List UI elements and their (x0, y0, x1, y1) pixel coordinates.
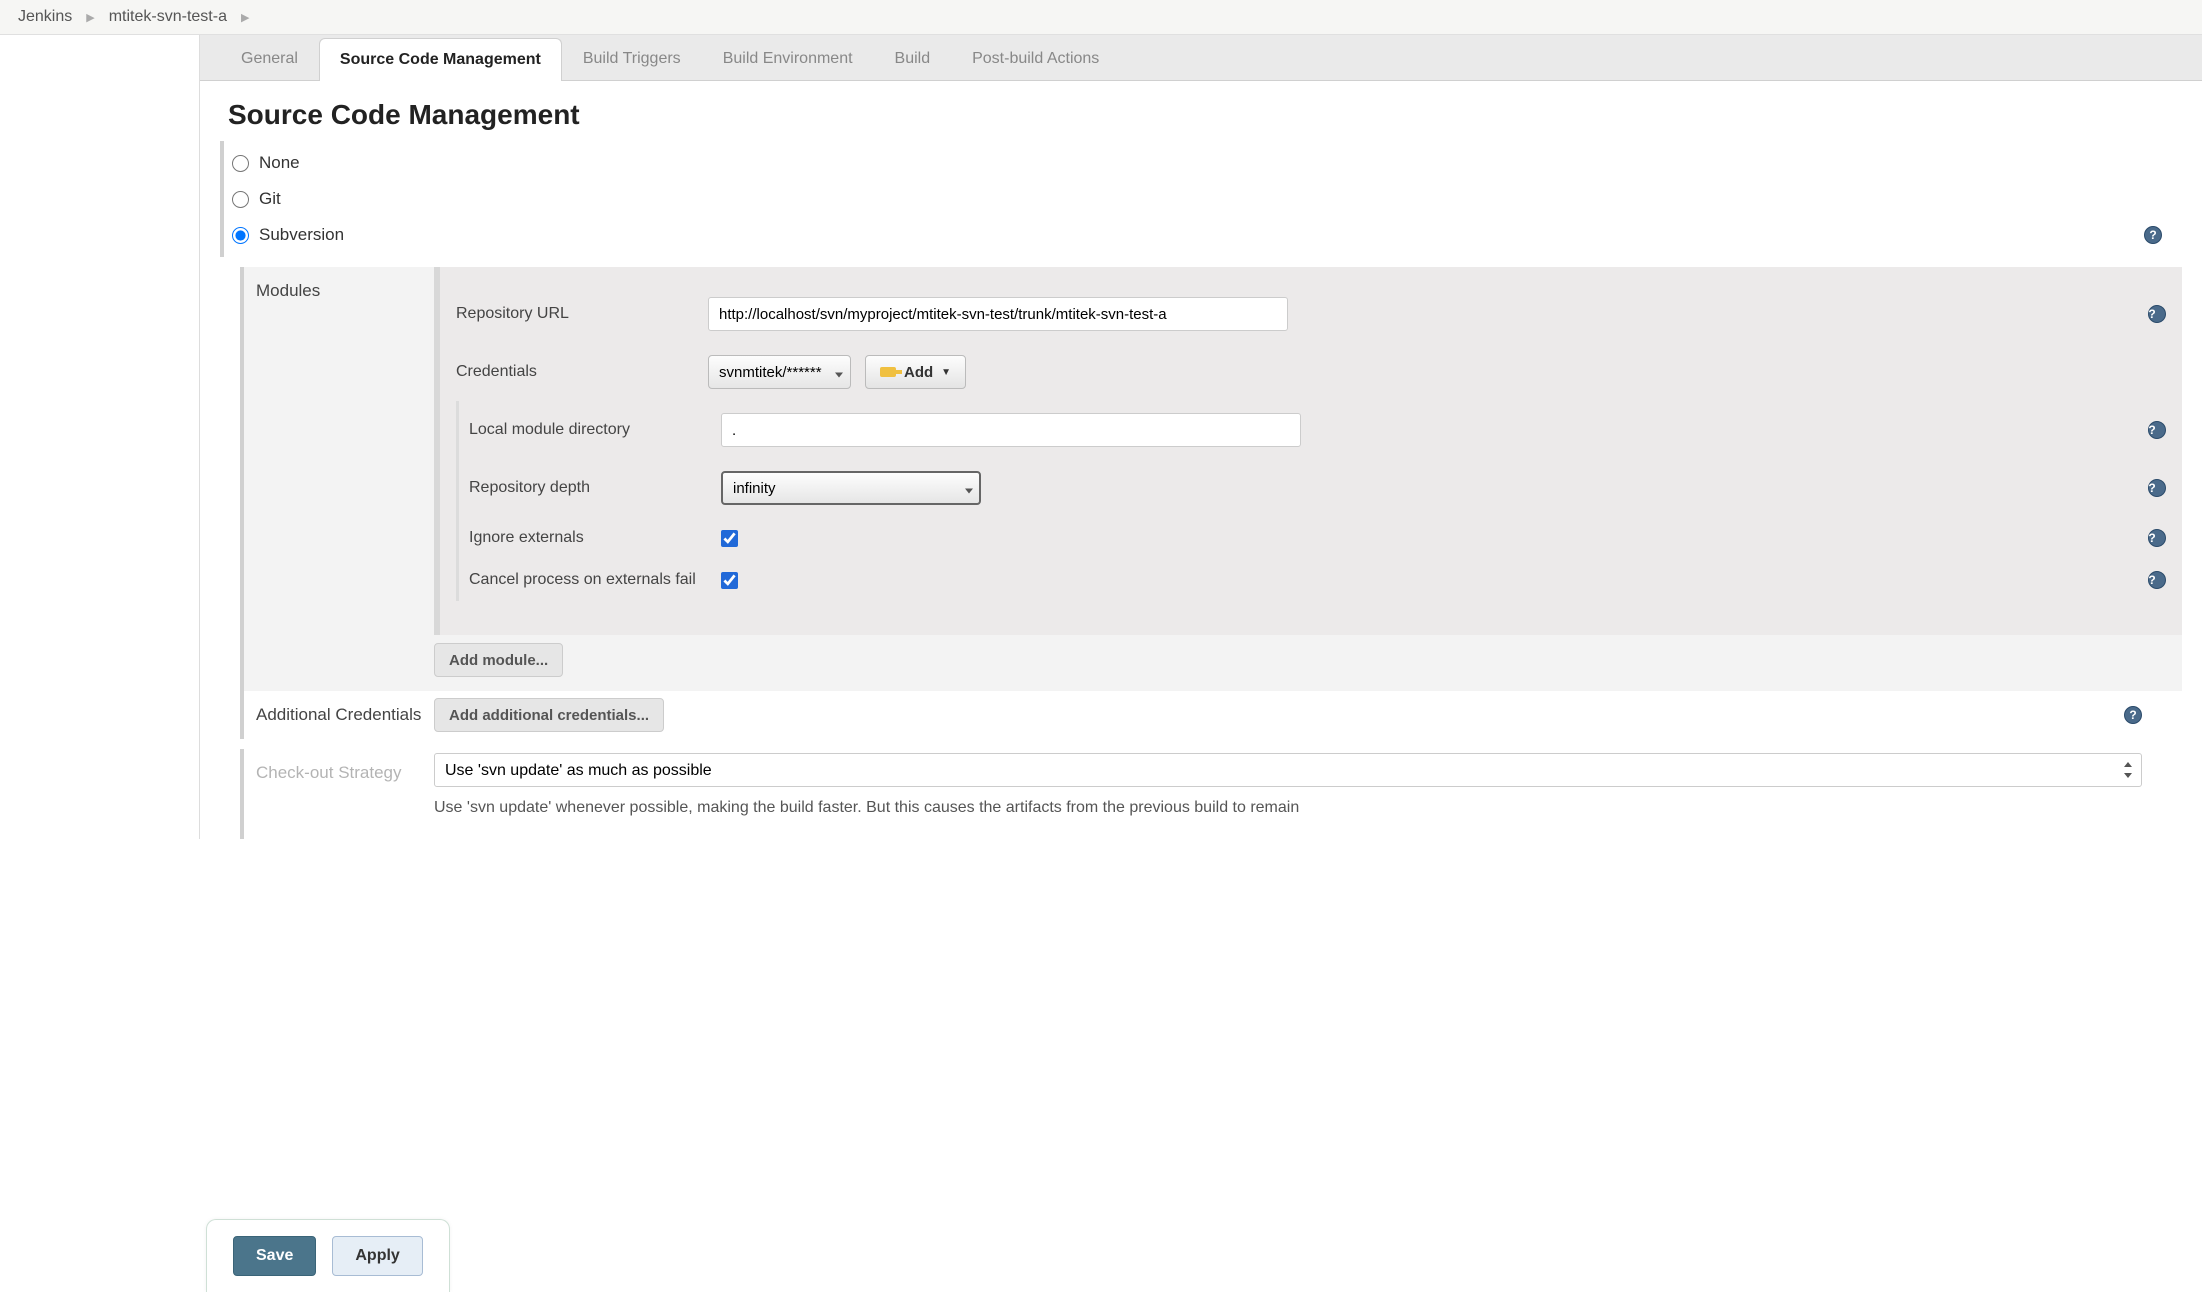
checkout-strategy-label: Check-out Strategy (244, 749, 434, 839)
scm-label-git: Git (259, 189, 281, 209)
tab-general[interactable]: General (220, 37, 319, 80)
sticky-action-bar: Save Apply (206, 1219, 450, 1292)
help-icon[interactable]: ? (2148, 305, 2166, 323)
additional-credentials-label: Additional Credentials (244, 691, 434, 739)
ignore-externals-checkbox[interactable] (721, 530, 738, 547)
scm-label-subversion: Subversion (259, 225, 344, 245)
modules-section-label: Modules (244, 267, 434, 691)
tab-post-build[interactable]: Post-build Actions (951, 37, 1120, 80)
repo-url-label: Repository URL (456, 305, 696, 323)
credentials-label: Credentials (456, 363, 696, 381)
add-credentials-button[interactable]: Add ▼ (865, 355, 966, 389)
save-button[interactable]: Save (233, 1236, 316, 1276)
page-title: Source Code Management (200, 81, 2202, 141)
sidebar-placeholder (0, 35, 200, 839)
module-panel: Repository URL ? Credentials svnmtitek/*… (434, 267, 2182, 635)
help-icon[interactable]: ? (2148, 421, 2166, 439)
chevron-right-icon: ▶ (241, 11, 249, 24)
ignore-externals-label: Ignore externals (469, 529, 709, 547)
checkout-strategy-select[interactable]: Use 'svn update' as much as possible (434, 753, 2142, 787)
chevron-right-icon: ▶ (86, 11, 94, 24)
breadcrumb: Jenkins ▶ mtitek-svn-test-a ▶ (0, 0, 2202, 35)
scm-label-none: None (259, 153, 300, 173)
checkout-strategy-description: Use 'svn update' whenever possible, maki… (434, 791, 2182, 839)
tab-scm[interactable]: Source Code Management (319, 38, 562, 81)
credentials-select[interactable]: svnmtitek/****** (708, 355, 851, 389)
breadcrumb-root[interactable]: Jenkins (18, 8, 72, 26)
cancel-externals-checkbox[interactable] (721, 572, 738, 589)
key-icon (880, 367, 896, 377)
config-tabs: General Source Code Management Build Tri… (200, 35, 2202, 81)
local-dir-label: Local module directory (469, 421, 709, 439)
help-icon[interactable]: ? (2148, 529, 2166, 547)
repo-depth-select[interactable]: infinity (721, 471, 981, 505)
scm-radio-subversion[interactable] (232, 227, 249, 244)
breadcrumb-job[interactable]: mtitek-svn-test-a (109, 8, 227, 26)
local-dir-input[interactable] (721, 413, 1301, 447)
scm-radio-none[interactable] (232, 155, 249, 172)
tab-build-environment[interactable]: Build Environment (702, 37, 874, 80)
repo-url-input[interactable] (708, 297, 1288, 331)
add-module-button[interactable]: Add module... (434, 643, 563, 677)
tab-build[interactable]: Build (874, 37, 952, 80)
help-icon[interactable]: ? (2144, 226, 2162, 244)
caret-down-icon: ▼ (941, 367, 951, 378)
help-icon[interactable]: ? (2148, 571, 2166, 589)
help-icon[interactable]: ? (2148, 479, 2166, 497)
add-additional-credentials-button[interactable]: Add additional credentials... (434, 698, 664, 732)
repo-depth-label: Repository depth (469, 479, 709, 497)
scm-radio-git[interactable] (232, 191, 249, 208)
cancel-externals-label: Cancel process on externals fail (469, 571, 709, 589)
apply-button[interactable]: Apply (332, 1236, 422, 1276)
add-credentials-label: Add (904, 364, 933, 381)
help-icon[interactable]: ? (2124, 706, 2142, 724)
tab-build-triggers[interactable]: Build Triggers (562, 37, 702, 80)
